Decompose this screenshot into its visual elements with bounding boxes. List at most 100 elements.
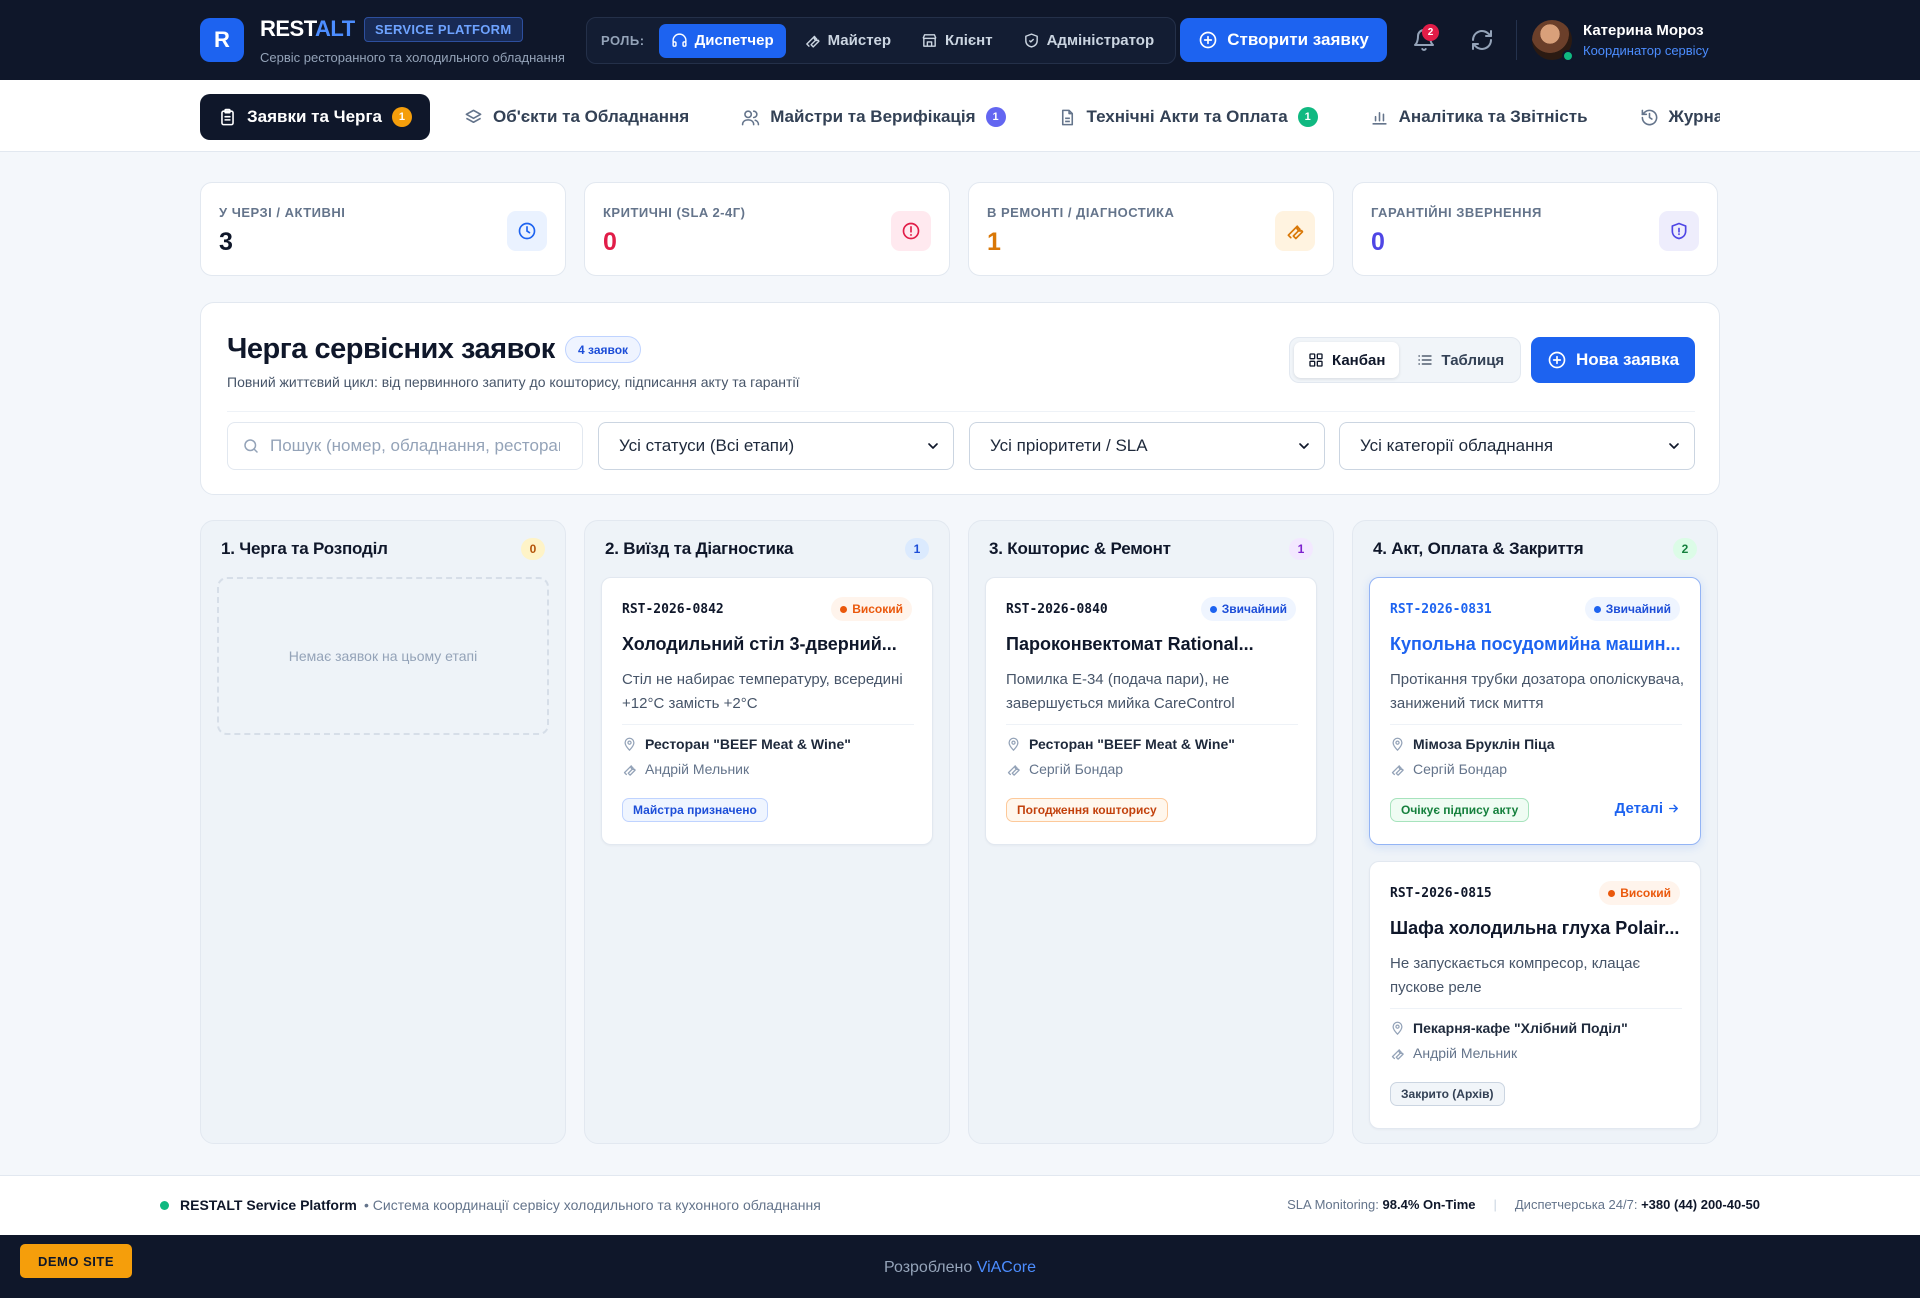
card-divider	[622, 724, 914, 725]
column-title: 3. Кошторис & Ремонт	[989, 539, 1171, 558]
request-card[interactable]: RST-2026-0815 Високий Шафа холодильна гл…	[1369, 861, 1701, 1129]
map-pin-icon	[1392, 1021, 1403, 1035]
request-id: RST-2026-0842	[622, 602, 724, 617]
credits: Розроблено ViACore	[0, 1259, 1920, 1277]
map-pin-icon	[1008, 737, 1019, 751]
request-description: Протікання трубки дозатора ополіскувача,…	[1390, 671, 1684, 712]
kanban-column-queue: 1. Черга та Розподіл 0 Немає заявок на ц…	[200, 520, 566, 1144]
category-filter-select[interactable]: Усі категорії обладнання	[1339, 422, 1695, 470]
create-request-button[interactable]: Створити заявку	[1180, 18, 1387, 62]
column-count-badge: 2	[1673, 538, 1697, 560]
tab-audit-log[interactable]: Журнал аудиту	[1622, 94, 1720, 140]
wrench-icon	[1007, 764, 1020, 776]
request-card[interactable]: RST-2026-0831 Звичайний Купольна посудом…	[1369, 577, 1701, 845]
role-client-button[interactable]: Клієнт	[909, 24, 1005, 58]
user-name[interactable]: Катерина Мороз	[1583, 22, 1704, 39]
tab-label: Майстри та Верифікація	[770, 107, 976, 126]
column-count-badge: 1	[1289, 538, 1313, 560]
request-technician: Андрій Мельник	[622, 761, 749, 777]
priority-label: Високий	[1620, 886, 1671, 900]
refresh-icon[interactable]	[1470, 28, 1494, 52]
tab-analytics[interactable]: Аналітика та Звітність	[1352, 94, 1606, 140]
list-icon	[1418, 355, 1433, 365]
card-divider	[1006, 724, 1298, 725]
wrench-icon	[1391, 764, 1404, 776]
clipboard-icon	[221, 108, 234, 125]
bar-chart-icon	[1372, 111, 1387, 125]
layers-icon	[465, 109, 482, 123]
request-technician: Сергій Бондар	[1006, 761, 1123, 777]
role-admin-button[interactable]: Адміністратор	[1011, 24, 1167, 58]
dispatch-label: Диспетчерська 24/7:	[1514, 1197, 1638, 1212]
request-description: Помилка E-34 (подача пари), не завершуєт…	[1006, 671, 1235, 712]
kanban-column-diagnostics: 2. Виїзд та Діагностика 1 RST-2026-0842 …	[584, 520, 950, 1144]
footer-description: • Система координації сервісу холодильно…	[364, 1197, 821, 1213]
request-title: Пароконвектомат Rational...	[1006, 634, 1254, 654]
role-label-dispatcher: Диспетчер	[694, 32, 774, 49]
location-name: Ресторан "BEEF Meat & Wine"	[1029, 736, 1235, 752]
column-count-badge: 1	[905, 538, 929, 560]
page-title: Черга сервісних заявок	[227, 333, 555, 365]
role-dispatcher-button[interactable]: Диспетчер	[658, 23, 786, 58]
wrench-icon	[1287, 225, 1304, 240]
stat-card-in-repair: В РЕМОНТІ / ДІАГНОСТИКА 1	[968, 182, 1334, 276]
priority-dot	[840, 605, 848, 613]
sla-label: SLA Monitoring:	[1287, 1197, 1379, 1212]
priority-badge: Звичайний	[1200, 597, 1296, 621]
sla-value: 98.4% On-Time	[1382, 1197, 1476, 1212]
platform-badge: SERVICE PLATFORM	[364, 17, 523, 42]
brand-name[interactable]: RESTALT	[260, 16, 355, 42]
role-technician-button[interactable]: Майстер	[792, 24, 903, 58]
status-filter-select[interactable]: Усі статуси (Всі етапи)	[598, 422, 954, 470]
new-request-button[interactable]: Нова заявка	[1531, 337, 1695, 383]
tab-acts-payment[interactable]: Технічні Акти та Оплата 1	[1040, 94, 1336, 140]
search-input[interactable]	[270, 436, 560, 456]
credits-company-link[interactable]: ViACore	[977, 1259, 1036, 1276]
kanban-column-act-payment: 4. Акт, Оплата & Закриття 2 RST-2026-083…	[1352, 520, 1718, 1144]
details-link[interactable]: Деталі	[1615, 800, 1680, 817]
bottom-bar: DEMO SITE Розроблено ViACore	[0, 1235, 1920, 1298]
stat-label: ГАРАНТІЙНІ ЗВЕРНЕННЯ	[1371, 205, 1542, 220]
view-table-button[interactable]: Таблиця	[1403, 342, 1518, 378]
priority-badge: Високий	[1599, 881, 1680, 905]
plus-circle-icon	[1548, 351, 1566, 369]
technician-name: Андрій Мельник	[1413, 1045, 1518, 1061]
view-switcher: Канбан Таблиця	[1289, 337, 1521, 383]
logo-badge[interactable]: R	[200, 18, 244, 62]
stat-icon-box	[507, 211, 547, 251]
tab-badge: 1	[391, 107, 412, 127]
section-tabs: Заявки та Черга 1 Об'єкти та Обладнання …	[200, 93, 1720, 141]
column-title: 2. Виїзд та Діагностика	[605, 539, 794, 558]
header-divider	[1516, 20, 1517, 60]
request-card[interactable]: RST-2026-0842 Високий Холодильний стіл 3…	[601, 577, 933, 845]
wrench-icon	[623, 764, 636, 776]
priority-filter-select[interactable]: Усі пріоритети / SLA	[969, 422, 1325, 470]
location-name: Пекарня-кафе "Хлібний Поділ"	[1413, 1020, 1628, 1036]
role-label-client: Клієнт	[945, 32, 993, 49]
request-card[interactable]: RST-2026-0840 Звичайний Пароконвектомат …	[985, 577, 1317, 845]
request-location: Мімоза Бруклін Піца	[1390, 736, 1555, 752]
chevron-down-icon	[928, 443, 938, 449]
online-status-dot	[1562, 50, 1574, 62]
chevron-down-icon	[1299, 443, 1309, 449]
tab-technicians[interactable]: Майстри та Верифікація 1	[723, 94, 1023, 140]
tab-objects-equipment[interactable]: Об'єкти та Обладнання	[446, 94, 707, 140]
view-kanban-button[interactable]: Канбан	[1294, 342, 1400, 378]
priority-label: Високий	[852, 602, 903, 616]
tab-badge: 1	[1297, 107, 1318, 127]
search-icon	[244, 439, 258, 453]
priority-badge: Високий	[831, 597, 912, 621]
dispatch-phone[interactable]: +380 (44) 200-40-50	[1641, 1197, 1760, 1212]
request-title: Холодильний стіл 3-дверний...	[622, 634, 897, 654]
alert-icon	[902, 222, 920, 240]
tab-requests[interactable]: Заявки та Черга 1	[200, 94, 430, 140]
priority-dot	[1608, 889, 1616, 897]
tab-badge: 1	[985, 107, 1006, 127]
priority-dot	[1209, 605, 1217, 613]
tab-label: Журнал аудиту	[1668, 107, 1720, 126]
map-pin-icon	[1392, 737, 1403, 751]
brand-main: REST	[260, 16, 316, 41]
role-label-admin: Адміністратор	[1046, 32, 1155, 49]
section-tabs-bar: Заявки та Черга 1 Об'єкти та Обладнання …	[0, 80, 1920, 152]
notification-count-badge: 2	[1422, 24, 1439, 41]
